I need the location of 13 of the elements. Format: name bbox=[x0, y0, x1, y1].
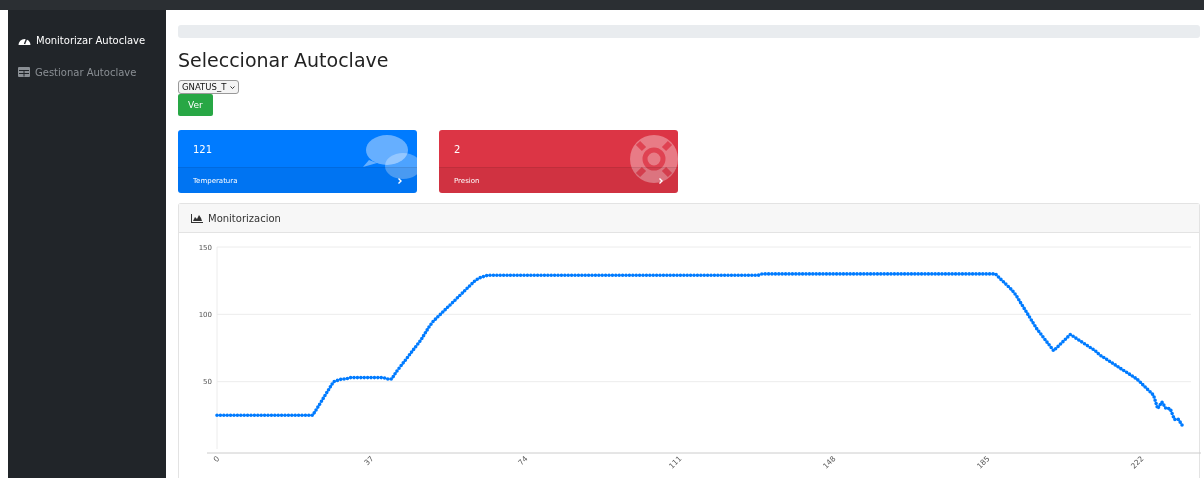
sidebar-item[interactable]: Gestionar Autoclave bbox=[8, 56, 166, 88]
page-title: Seleccionar Autoclave bbox=[178, 49, 390, 71]
chevron-right-icon bbox=[398, 177, 402, 184]
table-icon bbox=[18, 67, 30, 77]
stat-value: 2 bbox=[454, 144, 461, 155]
caret-icon bbox=[230, 85, 236, 89]
view-button[interactable]: Ver bbox=[178, 94, 213, 116]
stat-value: 121 bbox=[193, 144, 213, 155]
panel-title: Monitorizacion bbox=[208, 212, 281, 224]
area-chart-icon bbox=[191, 213, 203, 223]
autoclave-select[interactable]: GNATUS_T bbox=[178, 80, 240, 94]
chevron-right-icon bbox=[659, 177, 663, 184]
sidebar-item[interactable]: Monitorizar Autoclave bbox=[8, 24, 166, 56]
